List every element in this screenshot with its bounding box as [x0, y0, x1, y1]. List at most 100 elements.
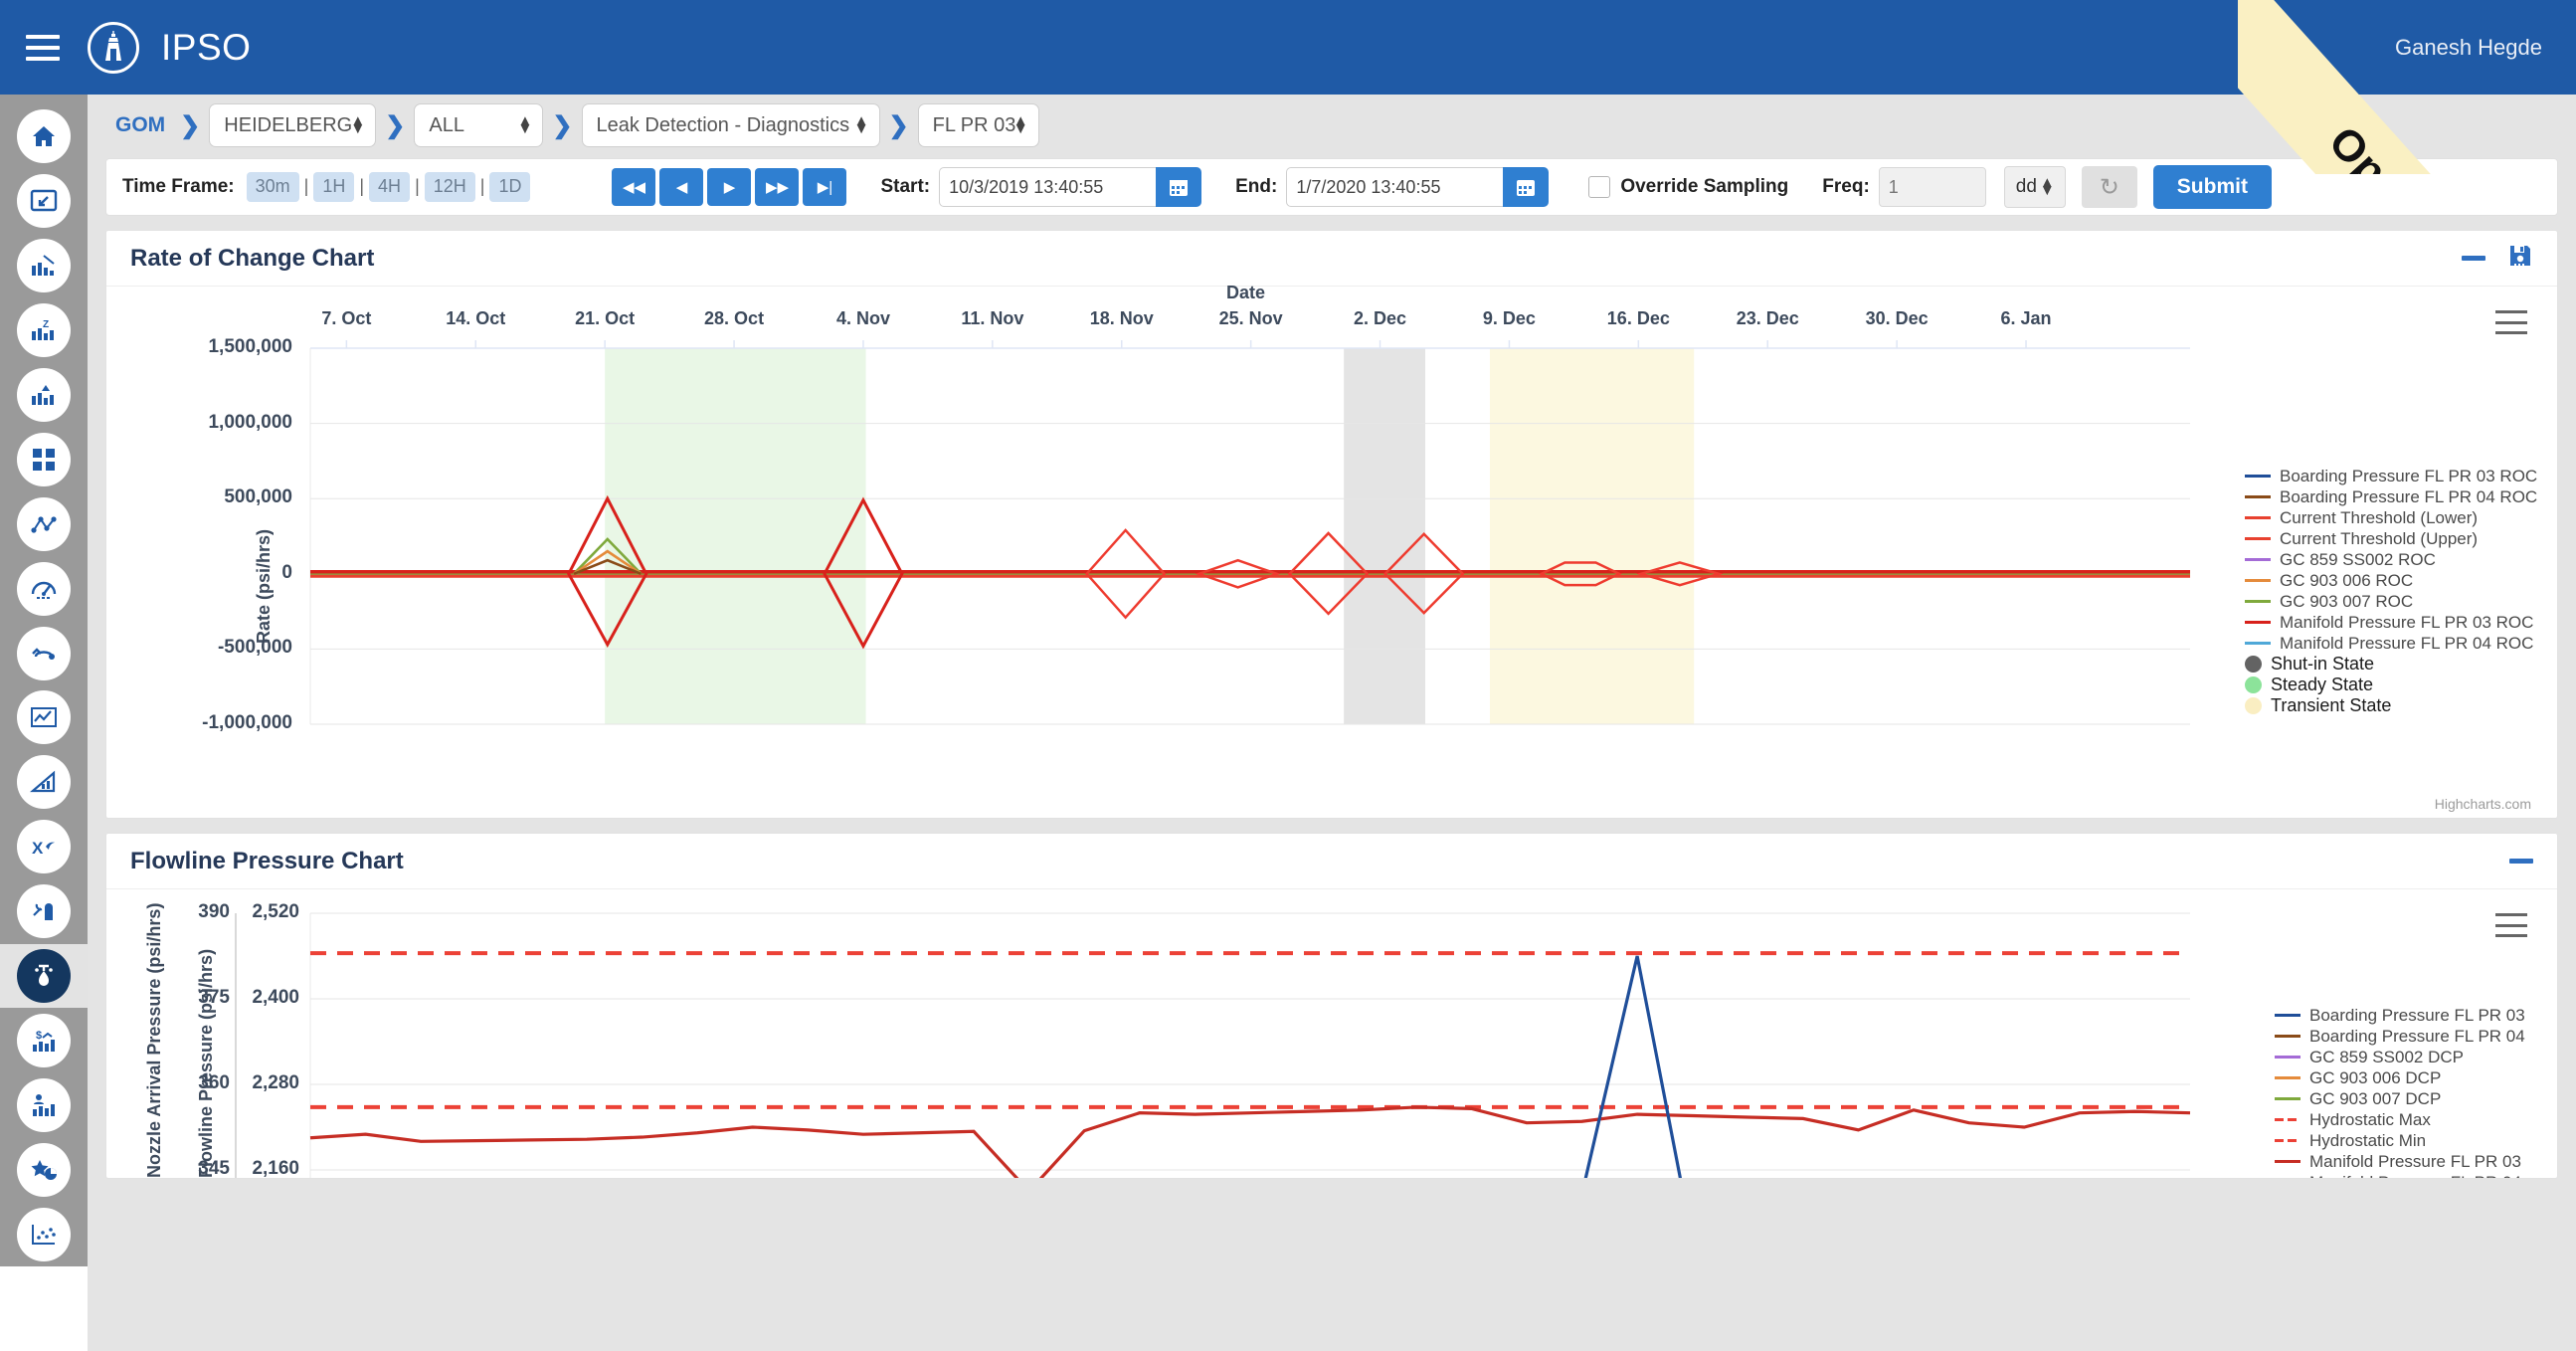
jump-end-button[interactable]: ▶|: [803, 168, 847, 206]
override-sampling-group: Override Sampling: [1588, 176, 1788, 198]
override-sampling-checkbox[interactable]: [1588, 176, 1611, 198]
legend-line-swatch: [2245, 621, 2271, 624]
rate-of-change-chart[interactable]: 1,500,000 1,000,000 500,000 0 -500,000 -1,000…: [106, 283, 2557, 818]
legend-item[interactable]: GC 859 SS002 ROC: [2245, 549, 2537, 570]
flowline-pressure-chart[interactable]: 390 375 360 345 2,520 2,400 2,280 2,160 Nozzle A…: [106, 889, 2557, 1178]
sidebar-item-gauge[interactable]: [0, 556, 88, 621]
home-icon: [17, 109, 71, 164]
legend-item[interactable]: Boarding Pressure FL PR 03 ROC: [2245, 466, 2537, 486]
hamburger-menu-icon[interactable]: [26, 34, 60, 61]
sidebar-item-bar-chart-z[interactable]: Z: [0, 298, 88, 363]
save-icon[interactable]: [2507, 243, 2533, 274]
legend-item[interactable]: Current Threshold (Upper): [2245, 528, 2537, 549]
legend-label: Shut-in State: [2271, 654, 2375, 674]
sidebar-item-scatter-plot[interactable]: [0, 1202, 88, 1266]
legend-item[interactable]: Manifold Pressure FL PR 04 ROC: [2245, 633, 2537, 654]
timeframe-1h[interactable]: 1H: [313, 172, 355, 202]
timeframe-30m[interactable]: 30m: [246, 172, 299, 202]
sidebar-item-favorites-pie[interactable]: [0, 1137, 88, 1202]
x-axis-tick: 30. Dec: [1865, 308, 1929, 328]
svg-text:X: X: [32, 839, 44, 858]
sidebar-item-revenue-chart[interactable]: $: [0, 1008, 88, 1072]
freq-input[interactable]: [1878, 167, 1986, 207]
sidebar-item-trend-ruler[interactable]: [0, 750, 88, 815]
sidebar-item-user-chart[interactable]: [0, 1072, 88, 1137]
legend-line-swatch: [2275, 1097, 2300, 1100]
legend-item[interactable]: Boarding Pressure FL PR 03: [2275, 1005, 2525, 1026]
trend-ruler-icon: [17, 755, 71, 810]
asset-select[interactable]: HEIDELBERG ▲ ▼: [209, 103, 377, 147]
legend-line-swatch: [2245, 579, 2271, 582]
y-axis-tick: 1,000,000: [208, 411, 292, 433]
minimize-icon[interactable]: [2462, 256, 2485, 261]
scope-select[interactable]: ALL ▲ ▼: [414, 103, 544, 147]
legend-label: Boarding Pressure FL PR 03 ROC: [2280, 466, 2538, 485]
legend-item[interactable]: Manifold Pressure FL PR 03 ROC: [2245, 612, 2537, 633]
flowline-pressure-card-body: 390 375 360 345 2,520 2,400 2,280 2,160 Nozzle A…: [106, 889, 2557, 1178]
step-forward-button[interactable]: ▶: [707, 168, 752, 206]
module-select[interactable]: Leak Detection - Diagnostics ▲ ▼: [581, 103, 880, 147]
y-axis-tick: 1,500,000: [208, 336, 292, 357]
legend-line-swatch: [2275, 1056, 2300, 1059]
legend-item[interactable]: Hydrostatic Max: [2275, 1109, 2525, 1130]
x-axis-tick: 4. Nov: [835, 308, 890, 328]
screen-export-icon: [17, 174, 71, 229]
start-calendar-icon[interactable]: [1156, 167, 1202, 207]
timeframe-button-group: 30m | 1H | 4H | 12H | 1D: [246, 172, 531, 202]
legend-item[interactable]: GC 859 SS002 DCP: [2275, 1047, 2525, 1067]
legend-item[interactable]: Manifold Pressure FL PR 04: [2275, 1172, 2525, 1179]
legend-item[interactable]: Manifold Pressure FL PR 03: [2275, 1151, 2525, 1172]
flowline-pressure-card-title: Flowline Pressure Chart: [130, 847, 404, 874]
end-date-input[interactable]: [1286, 167, 1504, 207]
end-label: End:: [1235, 176, 1278, 197]
legend-item[interactable]: Hydrostatic Min: [2275, 1130, 2525, 1151]
sidebar-item-line-chart[interactable]: [0, 685, 88, 750]
timeframe-4h[interactable]: 4H: [369, 172, 411, 202]
legend-item[interactable]: Boarding Pressure FL PR 04 ROC: [2245, 486, 2537, 507]
legend-item[interactable]: Boarding Pressure FL PR 04: [2275, 1026, 2525, 1047]
left-y-axis-title: Nozzle Arrival Pressure (psi/hrs): [144, 902, 164, 1178]
breadcrumb-root[interactable]: GOM: [115, 113, 165, 137]
legend-line-swatch: [2245, 558, 2271, 561]
lighthouse-logo-icon: [88, 21, 139, 74]
sidebar-item-flow-loop[interactable]: [0, 621, 88, 685]
legend-item[interactable]: GC 903 007 DCP: [2275, 1088, 2525, 1109]
start-date-input[interactable]: [939, 167, 1157, 207]
legend-item[interactable]: GC 903 006 ROC: [2245, 570, 2537, 591]
legend-label: Current Threshold (Upper): [2280, 528, 2479, 548]
sidebar-item-home[interactable]: [0, 104, 88, 169]
freq-label: Freq:: [1822, 176, 1870, 197]
timeframe-1d[interactable]: 1D: [489, 172, 531, 202]
legend-item[interactable]: Transient State: [2245, 695, 2537, 716]
start-date-group: [939, 167, 1202, 207]
timeframe-12h[interactable]: 12H: [424, 172, 475, 202]
freq-unit-select[interactable]: dd ▲ ▼: [2003, 166, 2066, 208]
sidebar-item-bar-chart-alert[interactable]: [0, 363, 88, 428]
controls-toolbar: Time Frame: 30m | 1H | 4H | 12H | 1D ◀◀ …: [105, 158, 2558, 216]
refresh-button[interactable]: ↻: [2081, 166, 2137, 208]
step-back-button[interactable]: ◀: [659, 168, 704, 206]
skip-forward-button[interactable]: ▶▶: [755, 168, 800, 206]
spinner-arrows-icon: ▲ ▼: [2039, 173, 2055, 199]
flowline-select[interactable]: FL PR 03 ▲ ▼: [917, 103, 1039, 147]
sidebar-item-leak-detection[interactable]: [0, 943, 88, 1009]
sidebar-item-x-formula[interactable]: X: [0, 815, 88, 879]
divider: |: [303, 176, 309, 197]
sidebar-item-grid-tiles[interactable]: [0, 427, 88, 491]
sidebar-item-dashboard-export[interactable]: [0, 169, 88, 234]
legend-item[interactable]: Steady State: [2245, 675, 2537, 695]
end-calendar-icon[interactable]: [1503, 167, 1550, 207]
legend-item[interactable]: GC 903 007 ROC: [2245, 591, 2537, 612]
x-axis-tick: 28. Oct: [704, 308, 765, 328]
submit-button[interactable]: Submit: [2152, 165, 2272, 209]
legend-item[interactable]: Current Threshold (Lower): [2245, 507, 2537, 528]
sidebar-item-network-nodes[interactable]: [0, 491, 88, 556]
sidebar-item-wrench-tank[interactable]: [0, 879, 88, 944]
right-y-axis-tick: 2,400: [252, 987, 299, 1008]
legend-item[interactable]: GC 903 006 DCP: [2275, 1067, 2525, 1088]
minimize-icon[interactable]: [2509, 859, 2533, 864]
skip-back-button[interactable]: ◀◀: [612, 168, 656, 206]
sidebar-item-bar-chart-decline[interactable]: [0, 234, 88, 298]
legend-item[interactable]: Shut-in State: [2245, 654, 2537, 675]
user-name-label[interactable]: Ganesh Hegde: [2395, 35, 2542, 61]
